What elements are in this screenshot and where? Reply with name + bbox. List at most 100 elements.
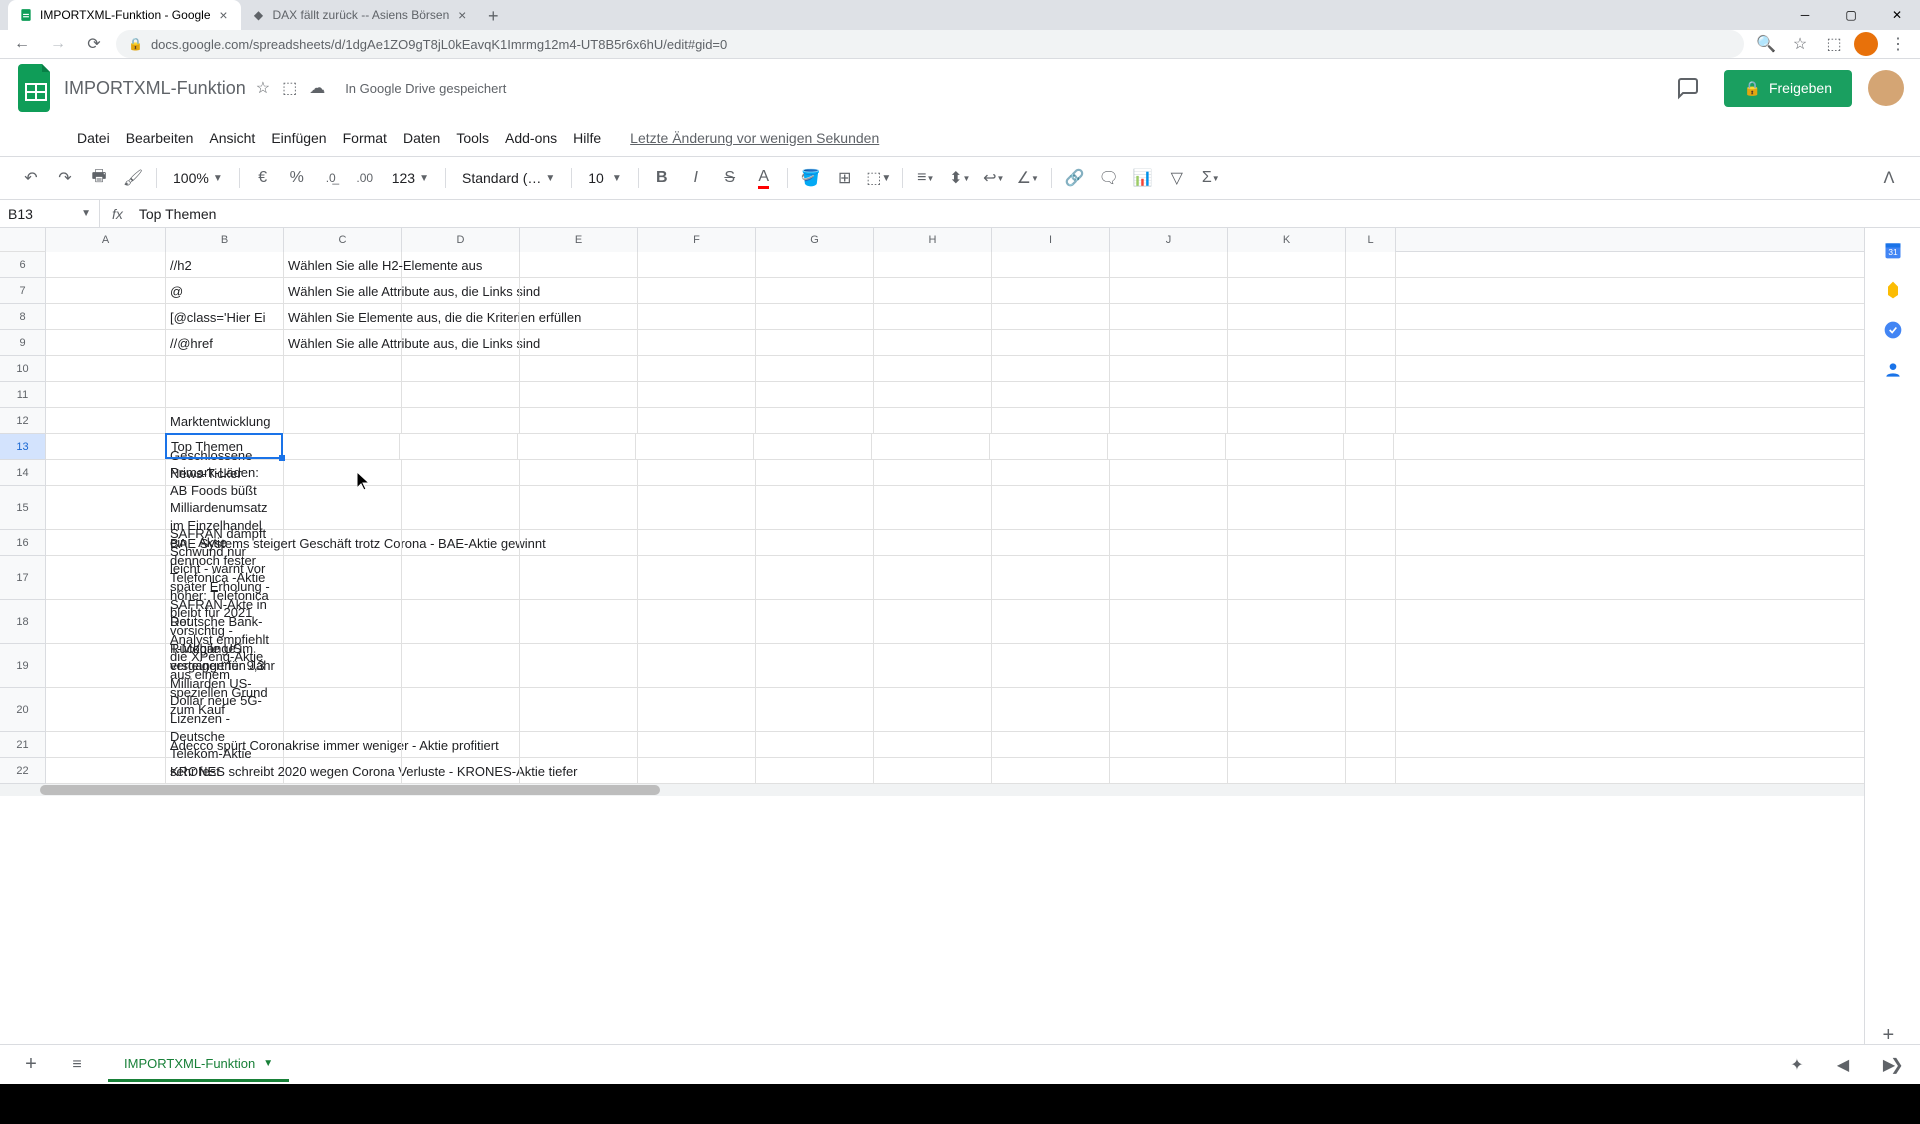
cell[interactable] [520,278,638,304]
menu-daten[interactable]: Daten [396,126,447,150]
forward-button[interactable]: → [44,30,72,58]
merge-button[interactable]: ⬚▼ [864,163,894,193]
cell[interactable]: Wählen Sie Elemente aus, die die Kriteri… [284,304,402,330]
cell[interactable] [402,330,520,356]
cell[interactable] [638,600,756,644]
cell[interactable] [756,408,874,434]
halign-button[interactable]: ≡▼ [911,163,941,193]
cell[interactable]: Wählen Sie alle H2-Elemente aus [284,252,402,278]
url-bar[interactable]: 🔒 docs.google.com/spreadsheets/d/1dgAe1Z… [116,30,1744,58]
col-header-F[interactable]: F [638,228,756,252]
cell[interactable] [1110,600,1228,644]
cell[interactable] [1346,408,1396,434]
cell[interactable] [874,530,992,556]
star-icon[interactable]: ☆ [256,78,270,98]
cell[interactable] [992,330,1110,356]
cell[interactable] [638,732,756,758]
cell[interactable] [874,688,992,732]
menu-datei[interactable]: Datei [70,126,117,150]
cell[interactable] [992,408,1110,434]
cell[interactable] [874,304,992,330]
font-size-select[interactable]: 10 ▼ [580,170,629,186]
row-header[interactable]: 22 [0,758,45,784]
cell[interactable] [46,486,166,530]
cell[interactable] [756,644,874,688]
cell[interactable] [1228,486,1346,530]
cell[interactable] [756,460,874,486]
cell[interactable] [754,434,872,460]
undo-button[interactable]: ↶ [16,163,46,193]
cell[interactable] [1110,758,1228,784]
cell[interactable] [520,382,638,408]
sheets-logo-icon[interactable] [16,62,56,114]
nav-left-button[interactable]: ◀ [1828,1050,1858,1080]
cell[interactable]: //@href [166,330,284,356]
cell[interactable] [402,688,520,732]
print-button[interactable]: 🖶 [84,163,114,193]
cell[interactable] [402,556,520,600]
cell[interactable] [874,408,992,434]
cell[interactable] [1110,278,1228,304]
browser-profile-avatar[interactable] [1854,32,1878,56]
row-header[interactable]: 18 [0,600,45,644]
row-header[interactable]: 8 [0,304,45,330]
valign-button[interactable]: ⬍▼ [945,163,975,193]
cell[interactable] [1228,278,1346,304]
cell[interactable] [284,382,402,408]
cell[interactable] [1228,408,1346,434]
col-header-C[interactable]: C [284,228,402,252]
browser-tab-active[interactable]: IMPORTXML-Funktion - Google × [8,0,241,30]
row-header[interactable]: 9 [0,330,45,356]
cell[interactable]: Top Themen [165,433,283,459]
cell[interactable] [46,732,166,758]
cell[interactable] [992,644,1110,688]
cell[interactable] [874,252,992,278]
cell[interactable] [874,460,992,486]
cell[interactable] [756,758,874,784]
cell[interactable] [1228,644,1346,688]
keep-icon[interactable] [1883,280,1903,300]
cell[interactable] [520,408,638,434]
cell[interactable] [638,758,756,784]
cell[interactable] [638,252,756,278]
row-header[interactable]: 16 [0,530,45,556]
cell[interactable] [638,556,756,600]
cell[interactable] [992,486,1110,530]
text-color-button[interactable]: A [749,163,779,193]
cell[interactable] [992,460,1110,486]
increase-decimal-button[interactable]: .00 [350,163,380,193]
link-button[interactable]: 🔗 [1060,163,1090,193]
menu-format[interactable]: Format [336,126,394,150]
cell[interactable]: //h2 [166,252,284,278]
user-avatar[interactable] [1868,70,1904,106]
cell[interactable] [46,644,166,688]
redo-button[interactable]: ↷ [50,163,80,193]
cell[interactable] [1108,434,1226,460]
cell[interactable] [874,382,992,408]
cell[interactable]: T-Mobile US ersteigert für 9,3 Milliarde… [166,688,284,732]
cell[interactable] [1346,304,1396,330]
cell[interactable] [1110,252,1228,278]
cell[interactable]: Adecco spürt Coronakrise immer weniger -… [166,732,284,758]
cell[interactable] [520,356,638,382]
percent-button[interactable]: % [282,163,312,193]
cell[interactable] [1346,356,1396,382]
row-header[interactable]: 17 [0,556,45,600]
formula-input[interactable]: Top Themen [135,206,1920,222]
cell[interactable] [1228,688,1346,732]
zoom-icon[interactable]: 🔍 [1752,30,1780,58]
cell[interactable] [990,434,1108,460]
cell[interactable] [874,758,992,784]
cell[interactable] [46,252,166,278]
back-button[interactable]: ← [8,30,36,58]
cell[interactable] [402,732,520,758]
cell[interactable] [402,530,520,556]
cell[interactable] [638,278,756,304]
font-select[interactable]: Standard (… ▼ [454,170,563,186]
cell[interactable] [1346,330,1396,356]
row-header[interactable]: 13 [0,434,45,460]
cell[interactable] [1346,732,1396,758]
scroll-thumb[interactable] [40,785,660,795]
add-addon-icon[interactable]: + [1883,1024,1903,1044]
doc-title[interactable]: IMPORTXML-Funktion [64,78,246,99]
